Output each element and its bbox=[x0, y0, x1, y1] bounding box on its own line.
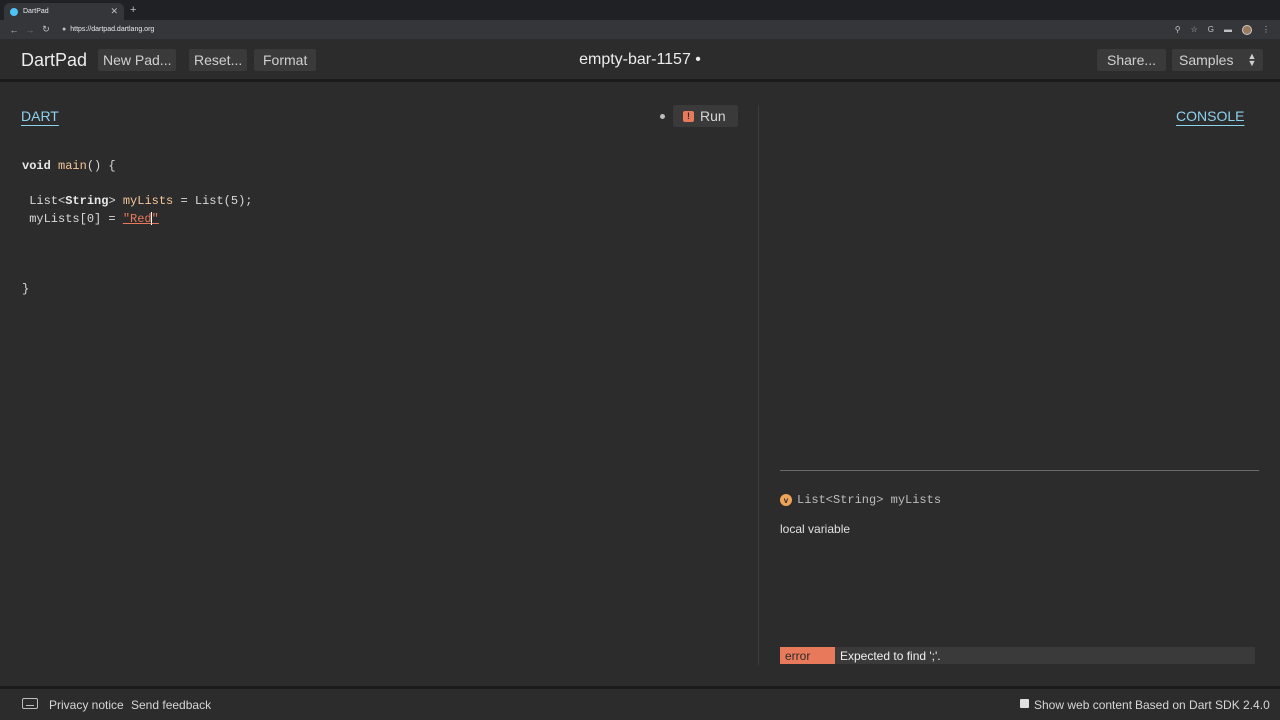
lock-icon: ● bbox=[62, 26, 67, 33]
docs-description: local variable bbox=[780, 522, 851, 536]
code-line: } bbox=[22, 281, 30, 296]
feedback-link[interactable]: Send feedback bbox=[131, 698, 211, 712]
panel-divider[interactable] bbox=[758, 105, 759, 665]
docs-separator bbox=[780, 470, 1259, 471]
zoom-icon[interactable]: ⚲ bbox=[1175, 25, 1181, 34]
extension-icon[interactable]: ▬ bbox=[1224, 25, 1232, 34]
issue-kind-badge: error bbox=[780, 647, 835, 664]
busy-indicator bbox=[660, 114, 665, 119]
format-button[interactable]: Format bbox=[254, 49, 317, 71]
docs-signature-text: List<String> myLists bbox=[797, 493, 942, 507]
new-pad-button[interactable]: New Pad... bbox=[98, 49, 177, 71]
samples-dropdown[interactable]: Samples ▲ ▼ bbox=[1172, 49, 1264, 71]
browser-tab[interactable]: DartPad ✕ bbox=[4, 3, 124, 20]
bookmark-star-icon[interactable]: ☆ bbox=[1191, 25, 1198, 34]
app-header: DartPad New Pad... Reset... Format empty… bbox=[0, 39, 1280, 82]
back-arrow-icon[interactable]: ← bbox=[6, 25, 22, 35]
show-web-content-label[interactable]: Show web content bbox=[1034, 698, 1132, 712]
show-web-content-checkbox[interactable] bbox=[1020, 699, 1029, 708]
browser-tab-strip: DartPad ✕ + bbox=[0, 0, 1280, 20]
browser-menu-icon[interactable]: ⋮ bbox=[1262, 25, 1270, 34]
run-label: Run bbox=[700, 108, 726, 124]
tab-dart[interactable]: DART bbox=[21, 108, 59, 124]
browser-toolbar: ← → ↻ ● https://dartpad.dartlang.org ⚲ ☆… bbox=[0, 20, 1280, 39]
address-bar[interactable]: ● https://dartpad.dartlang.org bbox=[62, 26, 1175, 33]
code-line: List<String> myLists = List(5); bbox=[29, 194, 253, 208]
issue-message: Expected to find ';'. bbox=[840, 648, 941, 663]
browser-extensions: ⚲ ☆ G ▬ ⋮ bbox=[1175, 24, 1270, 35]
profile-avatar[interactable] bbox=[1242, 24, 1252, 35]
app-brand[interactable]: DartPad bbox=[21, 50, 87, 71]
close-tab-icon[interactable]: ✕ bbox=[110, 6, 118, 17]
code-line: void main() { bbox=[22, 159, 116, 173]
tab-console[interactable]: CONSOLE bbox=[1176, 108, 1244, 124]
url-text: https://dartpad.dartlang.org bbox=[70, 26, 155, 33]
code-line: myLists[0] = "Red" bbox=[29, 211, 159, 226]
sdk-version: Based on Dart SDK 2.4.0 bbox=[1135, 698, 1270, 712]
dropdown-arrows-icon: ▲ ▼ bbox=[1247, 51, 1257, 68]
code-editor[interactable]: void main() { List<String> myLists = Lis… bbox=[22, 159, 252, 299]
workspace: DART ! Run void main() { List<String> my… bbox=[0, 85, 1280, 686]
reset-button[interactable]: Reset... bbox=[189, 49, 248, 71]
variable-icon: v bbox=[780, 494, 792, 506]
error-badge-icon: ! bbox=[683, 110, 694, 122]
extension-g-icon[interactable]: G bbox=[1208, 25, 1214, 34]
new-tab-button[interactable]: + bbox=[130, 4, 136, 16]
dart-favicon-icon bbox=[10, 7, 18, 16]
issue-row[interactable]: error Expected to find ';'. bbox=[780, 647, 1255, 664]
reload-icon[interactable]: ↻ bbox=[38, 24, 54, 35]
samples-label: Samples bbox=[1179, 52, 1234, 68]
browser-tab-title: DartPad bbox=[23, 8, 49, 15]
share-button[interactable]: Share... bbox=[1097, 49, 1167, 71]
docs-signature: v List<String> myLists bbox=[780, 493, 941, 507]
privacy-link[interactable]: Privacy notice bbox=[49, 698, 124, 712]
run-button[interactable]: ! Run bbox=[673, 105, 738, 127]
forward-arrow-icon[interactable]: → bbox=[22, 25, 38, 35]
keyboard-icon[interactable] bbox=[22, 698, 38, 709]
footer: Privacy notice Send feedback Show web co… bbox=[0, 686, 1280, 720]
